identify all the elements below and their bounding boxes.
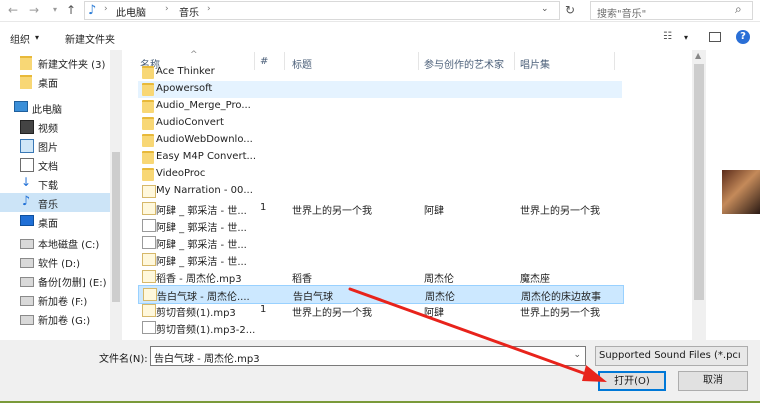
arrow-head [582,365,607,382]
annotation-arrow [348,287,607,382]
arrow-shaft [348,287,599,380]
